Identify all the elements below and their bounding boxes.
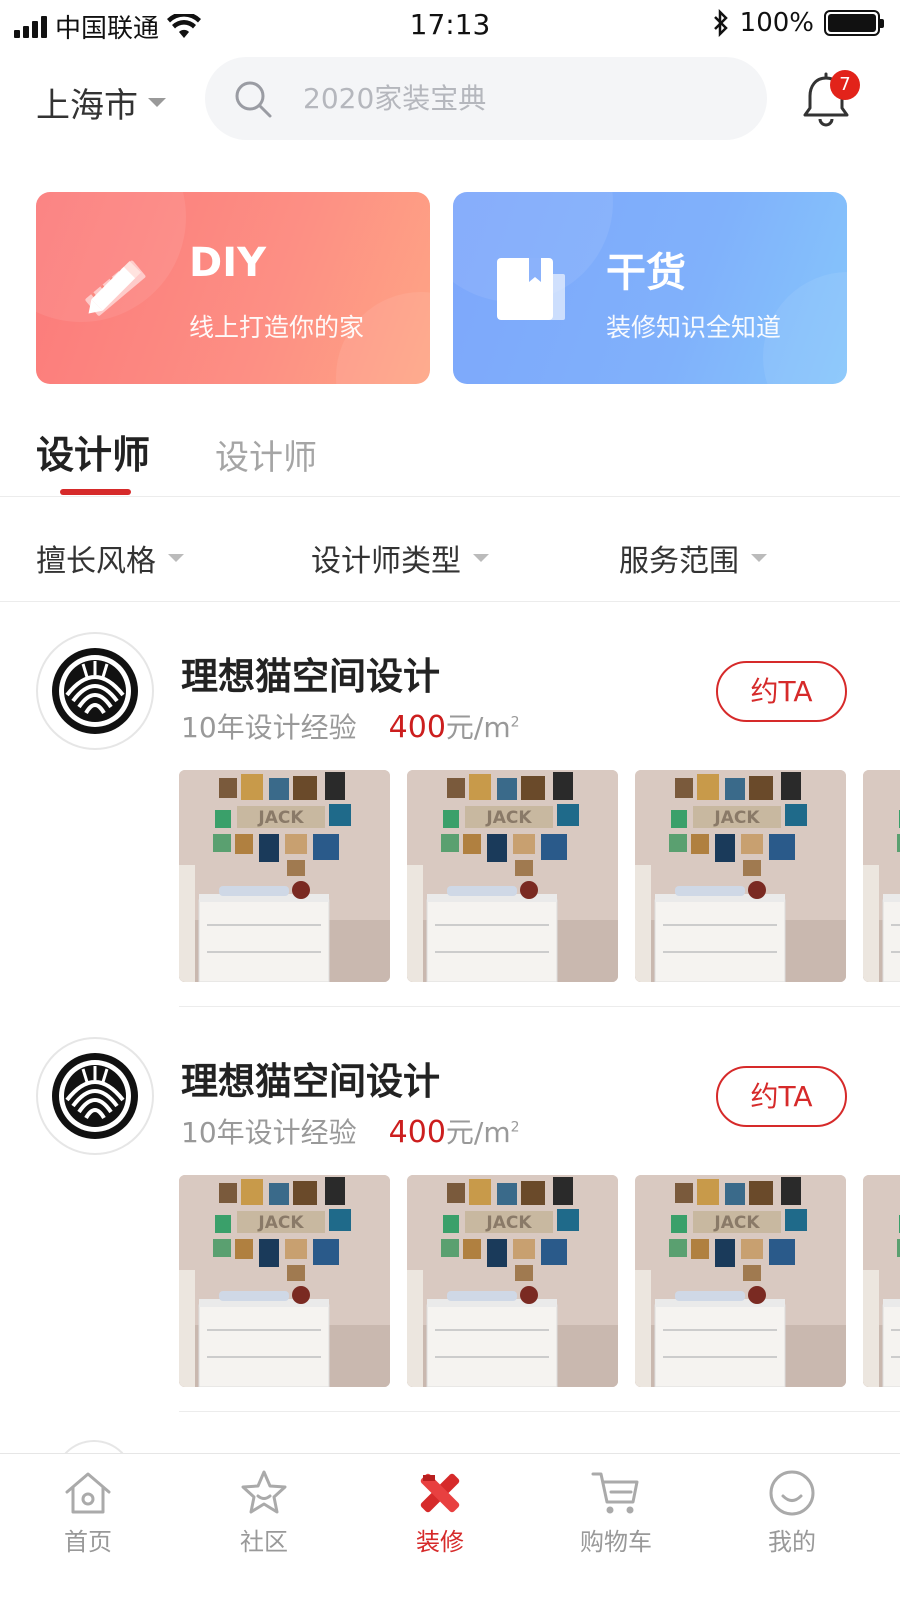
- portfolio-thumbnails[interactable]: JACK JACK JACK: [179, 770, 900, 982]
- price-unit-sup: 2: [510, 1119, 520, 1136]
- svg-text:JACK: JACK: [257, 808, 304, 828]
- tabs-divider: [0, 496, 900, 497]
- svg-text:JACK: JACK: [713, 808, 760, 828]
- nav-label: 装修: [416, 1528, 464, 1556]
- nav-renovation[interactable]: 装修: [370, 1466, 510, 1557]
- battery-icon: [824, 10, 884, 36]
- svg-text:JACK: JACK: [257, 1213, 304, 1233]
- nav-label: 首页: [64, 1528, 112, 1556]
- price-unit: 元/m: [445, 711, 511, 744]
- filter-service-area[interactable]: 服务范围: [619, 536, 767, 580]
- nav-cart[interactable]: 购物车: [546, 1466, 686, 1557]
- tab-designer[interactable]: 设计师: [36, 424, 150, 479]
- portfolio-image[interactable]: JACK: [179, 1175, 390, 1387]
- designer-meta: 10年设计经验 400元/m2: [181, 1111, 520, 1151]
- svg-text:JACK: JACK: [485, 808, 532, 828]
- status-bar: 中国联通 17:13 100%: [0, 0, 900, 50]
- home-icon: [65, 1472, 111, 1514]
- designer-card[interactable]: 理想猫空间设计 10年设计经验 400元/m2 约TA JACK JACK JA…: [0, 602, 900, 1007]
- avatar[interactable]: [36, 1037, 154, 1155]
- designer-price: 400元/m2: [389, 1111, 520, 1151]
- tips-banner[interactable]: 干货 装修知识全知道: [453, 192, 847, 384]
- smile-icon: [769, 1470, 815, 1516]
- city-selector[interactable]: 上海市: [36, 78, 166, 127]
- nav-home[interactable]: 首页: [18, 1466, 158, 1557]
- filter-label: 服务范围: [619, 544, 739, 579]
- nursery-photo-illustration: JACK: [407, 1175, 618, 1387]
- search-input[interactable]: [303, 82, 703, 115]
- svg-text:JACK: JACK: [713, 1213, 760, 1233]
- designer-card[interactable]: 理想猫空间设计 10年设计经验 400元/m2 约TA JACK JACK JA…: [0, 1007, 900, 1412]
- portfolio-image[interactable]: JACK: [863, 770, 900, 982]
- diy-banner[interactable]: DIY 线上打造你的家: [36, 192, 430, 384]
- designer-name[interactable]: 理想猫空间设计: [181, 646, 440, 700]
- pencil-ruler-icon: [85, 260, 146, 316]
- avatar[interactable]: [36, 632, 154, 750]
- portfolio-image[interactable]: JACK: [863, 1175, 900, 1387]
- banner-subtitle: 线上打造你的家: [189, 313, 365, 342]
- designer-meta: 10年设计经验 400元/m2: [181, 706, 520, 746]
- book-designer-button[interactable]: 约TA: [716, 661, 847, 722]
- cart-icon: [591, 1472, 639, 1514]
- price-unit: 元/m: [445, 1116, 511, 1149]
- status-right: 100%: [712, 8, 884, 38]
- nursery-photo-illustration: JACK: [407, 770, 618, 982]
- designer-logo-icon: [52, 648, 138, 734]
- bottom-nav: 首页 社区 装修 购物车 我的: [0, 1453, 900, 1600]
- tab-designer-secondary[interactable]: 设计师: [215, 430, 317, 479]
- nav-label: 我的: [768, 1528, 816, 1556]
- chevron-down-icon: [751, 554, 767, 562]
- renovation-icon: [420, 1473, 460, 1513]
- search-bar[interactable]: [205, 57, 767, 140]
- designer-logo-icon: [52, 1053, 138, 1139]
- portfolio-thumbnails[interactable]: JACK JACK JACK: [179, 1175, 900, 1387]
- designer-experience: 10年设计经验: [181, 711, 357, 744]
- designer-name[interactable]: 理想猫空间设计: [181, 1051, 440, 1105]
- nursery-photo-illustration: JACK: [635, 770, 846, 982]
- chevron-down-icon: [168, 554, 184, 562]
- banner-subtitle: 装修知识全知道: [606, 313, 782, 342]
- city-label: 上海市: [36, 86, 138, 126]
- designer-experience: 10年设计经验: [181, 1116, 357, 1149]
- card-divider: [179, 1411, 900, 1412]
- portfolio-image[interactable]: JACK: [179, 770, 390, 982]
- book-icon: [497, 258, 565, 320]
- tab-active-indicator: [60, 489, 131, 495]
- nav-community[interactable]: 社区: [194, 1466, 334, 1557]
- nav-profile[interactable]: 我的: [722, 1466, 862, 1557]
- bluetooth-icon: [713, 9, 728, 37]
- banner-title: DIY: [189, 240, 267, 286]
- portfolio-image[interactable]: JACK: [407, 770, 618, 982]
- book-designer-button[interactable]: 约TA: [716, 1066, 847, 1127]
- star-icon: [241, 1470, 287, 1514]
- portfolio-image[interactable]: JACK: [635, 770, 846, 982]
- nursery-photo-illustration: JACK: [863, 1175, 900, 1387]
- nursery-photo-illustration: JACK: [179, 770, 390, 982]
- nav-label: 购物车: [580, 1528, 652, 1556]
- chevron-down-icon: [473, 554, 489, 562]
- filter-label: 设计师类型: [311, 544, 461, 579]
- nursery-photo-illustration: JACK: [179, 1175, 390, 1387]
- notification-badge: 7: [830, 70, 860, 100]
- portfolio-image[interactable]: JACK: [635, 1175, 846, 1387]
- nursery-photo-illustration: JACK: [863, 770, 900, 982]
- nav-label: 社区: [240, 1528, 288, 1556]
- filter-label: 擅长风格: [36, 544, 156, 579]
- price-value: 400: [388, 710, 446, 745]
- svg-text:JACK: JACK: [485, 1213, 532, 1233]
- filter-designer-type[interactable]: 设计师类型: [311, 536, 489, 580]
- designer-price: 400元/m2: [389, 706, 520, 746]
- nursery-photo-illustration: JACK: [635, 1175, 846, 1387]
- battery-percent: 100%: [739, 8, 814, 38]
- chevron-down-icon: [148, 98, 166, 107]
- search-icon: [235, 81, 272, 117]
- price-value: 400: [388, 1115, 446, 1150]
- price-unit-sup: 2: [510, 714, 520, 731]
- filter-style[interactable]: 擅长风格: [36, 536, 184, 580]
- portfolio-image[interactable]: JACK: [407, 1175, 618, 1387]
- banner-title: 干货: [606, 250, 686, 296]
